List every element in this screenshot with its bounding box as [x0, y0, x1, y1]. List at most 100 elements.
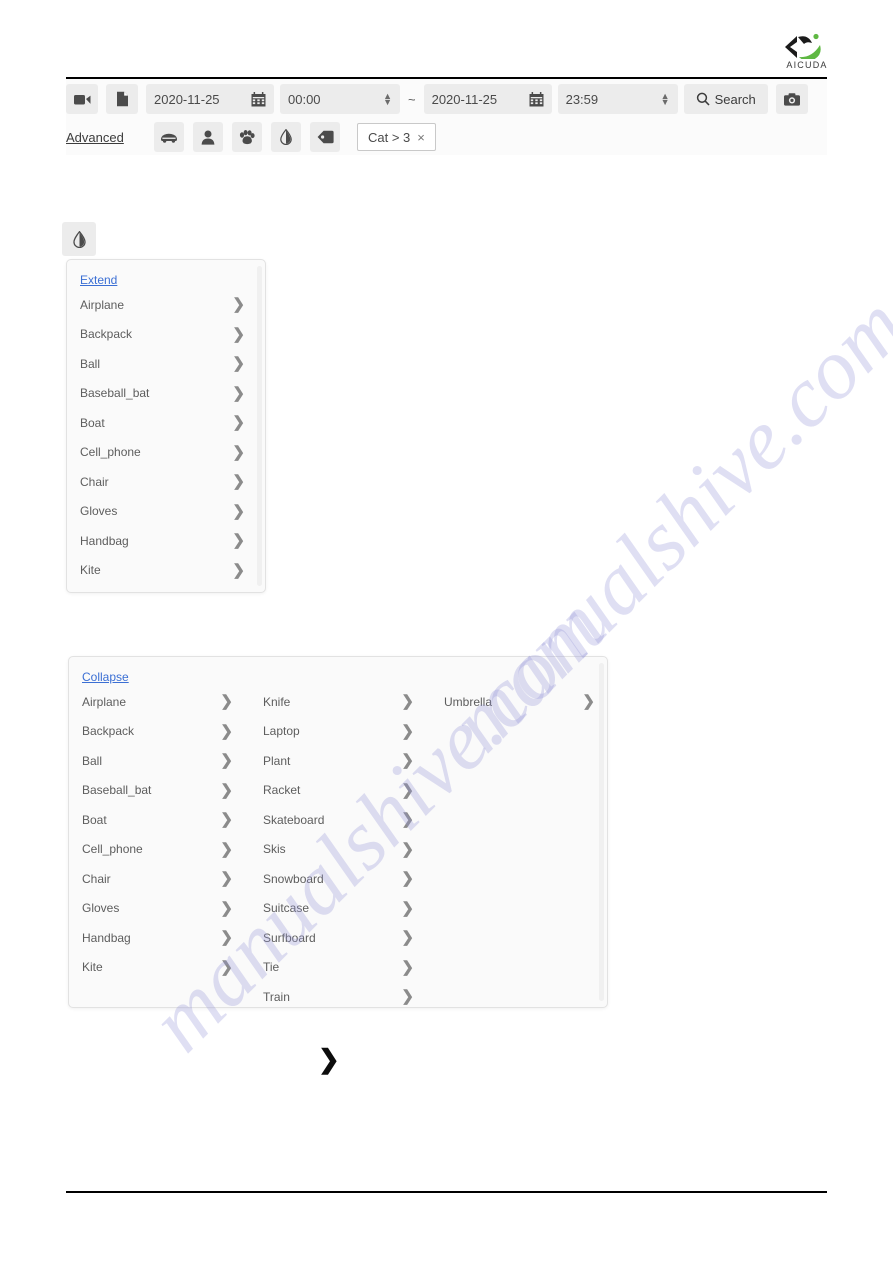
category-item[interactable]: Cell_phone ❯ [69, 835, 245, 865]
chevron-right-icon[interactable]: ❯ [232, 356, 245, 371]
close-icon[interactable]: × [417, 130, 425, 145]
category-item-label: Chair [82, 871, 111, 886]
category-columns: Airplane ❯ Backpack ❯ Ball ❯ Baseball_bat ❯ Boat… [67, 290, 265, 585]
calendar-icon [251, 91, 266, 106]
category-item-label: Laptop [263, 724, 300, 739]
chevron-right-icon[interactable]: ❯ [220, 753, 233, 768]
category-item[interactable]: Chair ❯ [69, 864, 245, 894]
chevron-right-icon[interactable]: ❯ [232, 563, 245, 578]
snapshot-button[interactable] [775, 84, 808, 114]
chevron-right-icon[interactable]: ❯ [232, 504, 245, 519]
category-item[interactable]: Kite ❯ [69, 953, 245, 983]
category-item[interactable]: Handbag ❯ [67, 526, 263, 556]
category-item[interactable]: Ball ❯ [69, 746, 245, 776]
chevron-right-icon[interactable]: ❯ [582, 694, 595, 709]
chevron-right-icon[interactable]: ❯ [232, 386, 245, 401]
chevron-right-icon[interactable]: ❯ [220, 724, 233, 739]
chevron-right-icon[interactable]: ❯ [401, 930, 414, 945]
chevron-right-icon[interactable]: ❯ [401, 989, 414, 1004]
category-item[interactable]: Ball ❯ [67, 349, 263, 379]
category-item[interactable]: Suitcase ❯ [250, 894, 426, 924]
category-item[interactable]: Laptop ❯ [250, 717, 426, 747]
category-item-label: Baseball_bat [80, 386, 150, 401]
end-time-stepper[interactable]: ▲ ▼ [661, 92, 670, 107]
category-item[interactable]: Airplane ❯ [69, 687, 245, 717]
category-item-label: Gloves [82, 901, 120, 916]
chevron-right-icon[interactable]: ❯ [401, 812, 414, 827]
chevron-down-icon: ▼ [383, 97, 392, 107]
filter-chip-cat[interactable]: Cat > 3 × [357, 123, 436, 151]
animal-filter-button[interactable] [232, 122, 262, 152]
chevron-right-icon[interactable]: ❯ [220, 871, 233, 886]
category-item[interactable]: Cell_phone ❯ [67, 438, 263, 468]
chevron-right-icon[interactable]: ❯ [401, 901, 414, 916]
chevron-right-icon[interactable]: ❯ [401, 871, 414, 886]
advanced-toggle[interactable]: Advanced [66, 130, 134, 145]
chevron-right-icon[interactable]: ❯ [232, 327, 245, 342]
person-filter-button[interactable] [193, 122, 223, 152]
chevron-right-icon[interactable]: ❯ [220, 960, 233, 975]
object-category-dropdown-trigger[interactable] [62, 222, 96, 256]
category-item[interactable]: Backpack ❯ [69, 717, 245, 747]
category-item[interactable]: Handbag ❯ [69, 923, 245, 953]
file-source-button[interactable] [106, 84, 138, 114]
category-item[interactable]: Knife ❯ [250, 687, 426, 717]
chevron-right-icon[interactable]: ❯ [401, 842, 414, 857]
start-date-field[interactable]: 2020-11-25 [146, 84, 274, 114]
vehicle-filter-button[interactable] [154, 122, 184, 152]
category-item-label: Gloves [80, 504, 118, 519]
category-item[interactable]: Gloves ❯ [69, 894, 245, 924]
category-item[interactable]: Umbrella ❯ [431, 687, 607, 717]
chevron-right-icon[interactable]: ❯ [220, 812, 233, 827]
category-item[interactable]: Baseball_bat ❯ [69, 776, 245, 806]
category-item[interactable]: Gloves ❯ [67, 497, 263, 527]
category-item[interactable]: Baseball_bat ❯ [67, 379, 263, 409]
start-time-stepper[interactable]: ▲ ▼ [383, 92, 392, 107]
extend-toggle[interactable]: Extend [80, 273, 117, 287]
category-item[interactable]: Kite ❯ [67, 556, 263, 586]
calendar-icon [529, 91, 544, 106]
chevron-right-icon[interactable]: ❯ [401, 753, 414, 768]
chevron-right-icon[interactable]: ❯ [401, 960, 414, 975]
category-item[interactable]: Snowboard ❯ [250, 864, 426, 894]
chevron-right-icon[interactable]: ❯ [232, 445, 245, 460]
chevron-right-icon[interactable]: ❯ [220, 783, 233, 798]
chevron-right-icon[interactable]: ❯ [401, 724, 414, 739]
chevron-right-icon[interactable]: ❯ [401, 694, 414, 709]
end-date-value: 2020-11-25 [431, 91, 498, 107]
chevron-right-icon[interactable]: ❯ [232, 415, 245, 430]
chevron-right-icon[interactable]: ❯ [232, 474, 245, 489]
chevron-right-icon[interactable]: ❯ [220, 901, 233, 916]
category-item[interactable]: Boat ❯ [69, 805, 245, 835]
chevron-right-icon[interactable]: ❯ [220, 694, 233, 709]
collapse-toggle[interactable]: Collapse [82, 670, 129, 684]
category-item[interactable]: Train ❯ [250, 982, 426, 1012]
chevron-right-icon[interactable]: ❯ [220, 930, 233, 945]
category-item[interactable]: Chair ❯ [67, 467, 263, 497]
tag-filter-button[interactable] [310, 122, 340, 152]
start-date-value: 2020-11-25 [154, 91, 220, 107]
category-item[interactable]: Backpack ❯ [67, 320, 263, 350]
category-item[interactable]: Tie ❯ [250, 953, 426, 983]
category-item[interactable]: Skateboard ❯ [250, 805, 426, 835]
object-filter-button[interactable] [271, 122, 301, 152]
chevron-right-icon[interactable]: ❯ [220, 842, 233, 857]
video-source-button[interactable] [66, 84, 98, 114]
category-item-label: Airplane [82, 694, 127, 709]
search-button[interactable]: Search [683, 84, 768, 114]
end-date-field[interactable]: 2020-11-25 [423, 84, 552, 114]
category-columns: Airplane ❯ Backpack ❯ Ball ❯ Baseball_bat ❯ Boat… [69, 687, 607, 1012]
start-time-field[interactable]: 00:00 ▲ ▼ [280, 84, 400, 114]
category-item[interactable]: Skis ❯ [250, 835, 426, 865]
category-item[interactable]: Airplane ❯ [67, 290, 263, 320]
category-item[interactable]: Boat ❯ [67, 408, 263, 438]
category-item[interactable]: Surfboard ❯ [250, 923, 426, 953]
category-item[interactable]: Racket ❯ [250, 776, 426, 806]
chevron-right-icon[interactable]: ❯ [232, 533, 245, 548]
chevron-right-icon[interactable]: ❯ [232, 297, 245, 312]
chevron-right-icon[interactable]: ❯ [401, 783, 414, 798]
category-item-label: Skis [263, 842, 286, 857]
end-time-field[interactable]: 23:59 ▲ ▼ [557, 84, 678, 114]
video-camera-icon [73, 94, 90, 104]
category-item[interactable]: Plant ❯ [250, 746, 426, 776]
